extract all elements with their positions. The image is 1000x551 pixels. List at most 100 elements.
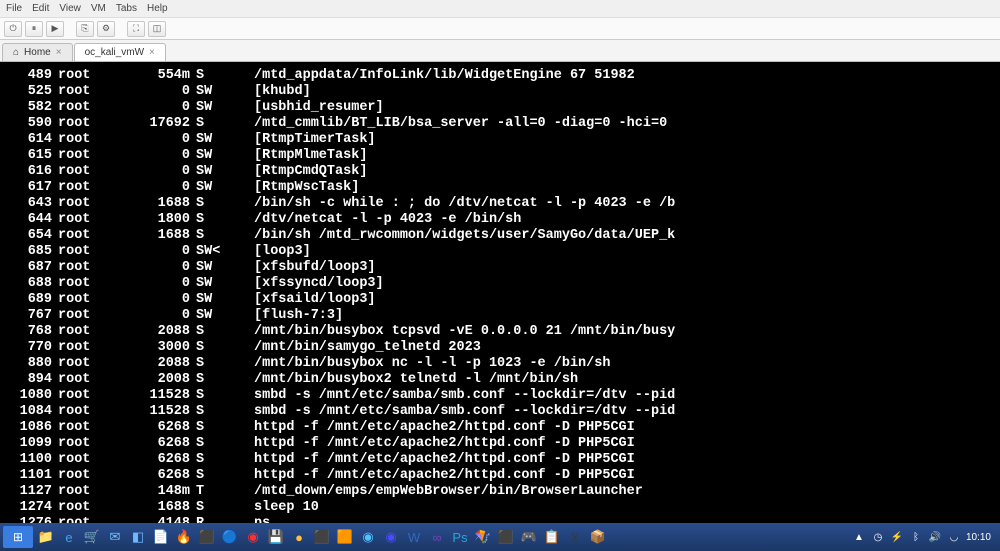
menu-view[interactable]: View (59, 3, 81, 14)
process-vsz: 554m (104, 68, 190, 84)
process-row: 685root0SW<[loop3] (8, 244, 992, 260)
menu-help[interactable]: Help (147, 3, 168, 14)
process-command: httpd -f /mnt/etc/apache2/httpd.conf -D … (234, 436, 992, 452)
tab-vm[interactable]: oc_kali_vmW × (74, 43, 166, 61)
process-vsz: 0 (104, 260, 190, 276)
taskbar-app-icon[interactable]: 🔵 (219, 526, 241, 548)
taskbar-app-icon[interactable]: ⬛ (196, 526, 218, 548)
process-pid: 894 (8, 372, 52, 388)
taskbar-app-icon[interactable]: 📁 (35, 526, 57, 548)
process-user: root (52, 516, 104, 523)
process-stat: SW< (190, 244, 234, 260)
taskbar-app-icon[interactable]: ⬛ (495, 526, 517, 548)
taskbar-app-icon[interactable]: ⬛ (311, 526, 333, 548)
process-row: 687root0SW[xfsbufd/loop3] (8, 260, 992, 276)
taskbar-app-icon[interactable]: ◉ (242, 526, 264, 548)
toolbar-play-icon[interactable]: ▶ (46, 21, 64, 37)
process-row: 1099root6268Shttpd -f /mnt/etc/apache2/h… (8, 436, 992, 452)
process-vsz: 0 (104, 148, 190, 164)
process-stat: SW (190, 132, 234, 148)
taskbar-app-icon[interactable]: 📋 (541, 526, 563, 548)
process-pid: 689 (8, 292, 52, 308)
process-user: root (52, 84, 104, 100)
process-vsz: 6268 (104, 452, 190, 468)
close-icon[interactable]: × (56, 47, 62, 58)
process-command: sleep 10 (234, 500, 992, 516)
process-command: [RtmpMlmeTask] (234, 148, 992, 164)
tray-up-icon[interactable]: ▲ (852, 530, 866, 544)
tray-volume-icon[interactable]: 🔊 (928, 530, 942, 544)
toolbar-suspend-icon[interactable]: ⏸ (25, 21, 43, 37)
taskbar-app-icon[interactable]: ✉ (104, 526, 126, 548)
close-icon[interactable]: × (149, 47, 155, 58)
process-vsz: 11528 (104, 404, 190, 420)
process-stat: SW (190, 84, 234, 100)
process-vsz: 0 (104, 244, 190, 260)
taskbar-app-icon[interactable]: W (403, 526, 425, 548)
process-pid: 644 (8, 212, 52, 228)
taskbar-app-icon[interactable]: 📦 (587, 526, 609, 548)
process-row: 1276root4148Rps (8, 516, 992, 523)
process-vsz: 6268 (104, 436, 190, 452)
process-user: root (52, 276, 104, 292)
tray-battery-icon[interactable]: ⚡ (890, 530, 904, 544)
tray-bluetooth-icon[interactable]: ᛒ (909, 530, 923, 544)
process-pid: 1084 (8, 404, 52, 420)
tab-home[interactable]: ⌂ Home × (2, 43, 73, 61)
taskbar-app-icon[interactable]: 📄 (150, 526, 172, 548)
taskbar-app-icon[interactable]: 🟧 (334, 526, 356, 548)
process-user: root (52, 148, 104, 164)
tab-label: Home (24, 47, 51, 58)
toolbar-fullscreen-icon[interactable]: ⛶ (127, 21, 145, 37)
taskbar-app-icon[interactable]: 🔥 (173, 526, 195, 548)
toolbar-power-icon[interactable]: ⏻ (4, 21, 22, 37)
process-vsz: 17692 (104, 116, 190, 132)
taskbar-app-icon[interactable]: 🪁 (472, 526, 494, 548)
taskbar-app-icon[interactable]: 🛒 (81, 526, 103, 548)
process-command: /mtd_appdata/InfoLink/lib/WidgetEngine 6… (234, 68, 992, 84)
taskbar-app-icon[interactable]: Ps (449, 526, 471, 548)
process-row: 1127root148mT/mtd_down/emps/empWebBrowse… (8, 484, 992, 500)
taskbar-app-icon[interactable]: 💾 (265, 526, 287, 548)
menu-file[interactable]: File (6, 3, 22, 14)
taskbar-app-icon[interactable]: 🎮 (518, 526, 540, 548)
process-pid: 1101 (8, 468, 52, 484)
menu-edit[interactable]: Edit (32, 3, 49, 14)
process-vsz: 1688 (104, 500, 190, 516)
process-user: root (52, 244, 104, 260)
taskbar-app-icon[interactable]: ◉ (380, 526, 402, 548)
tray-clock[interactable]: 10:10 (966, 532, 991, 543)
process-user: root (52, 116, 104, 132)
process-vsz: 0 (104, 84, 190, 100)
process-pid: 489 (8, 68, 52, 84)
process-user: root (52, 308, 104, 324)
menu-vm[interactable]: VM (91, 3, 106, 14)
process-pid: 1127 (8, 484, 52, 500)
taskbar-app-icon[interactable]: X (564, 526, 586, 548)
toolbar-unity-icon[interactable]: ◫ (148, 21, 166, 37)
process-vsz: 0 (104, 308, 190, 324)
toolbar-settings-icon[interactable]: ⚙ (97, 21, 115, 37)
process-stat: SW (190, 100, 234, 116)
taskbar-app-icon[interactable]: e (58, 526, 80, 548)
process-vsz: 11528 (104, 388, 190, 404)
terminal-output[interactable]: 489root554mS/mtd_appdata/InfoLink/lib/Wi… (0, 62, 1000, 523)
tray-network-icon[interactable]: ◷ (871, 530, 885, 544)
process-command: httpd -f /mnt/etc/apache2/httpd.conf -D … (234, 468, 992, 484)
taskbar-app-icon[interactable]: ◧ (127, 526, 149, 548)
process-pid: 1276 (8, 516, 52, 523)
taskbar-app-icon[interactable]: ∞ (426, 526, 448, 548)
taskbar-app-icon[interactable]: ● (288, 526, 310, 548)
process-user: root (52, 388, 104, 404)
system-tray: ▲ ◷ ⚡ ᛒ 🔊 ◡ 10:10 (852, 530, 997, 544)
process-pid: 687 (8, 260, 52, 276)
tray-wifi-icon[interactable]: ◡ (947, 530, 961, 544)
toolbar-snapshot-icon[interactable]: ⎘ (76, 21, 94, 37)
menu-tabs[interactable]: Tabs (116, 3, 137, 14)
process-pid: 1080 (8, 388, 52, 404)
process-user: root (52, 132, 104, 148)
taskbar-app-icon[interactable]: ◉ (357, 526, 379, 548)
process-stat: S (190, 388, 234, 404)
process-stat: S (190, 420, 234, 436)
start-button[interactable]: ⊞ (3, 526, 33, 548)
